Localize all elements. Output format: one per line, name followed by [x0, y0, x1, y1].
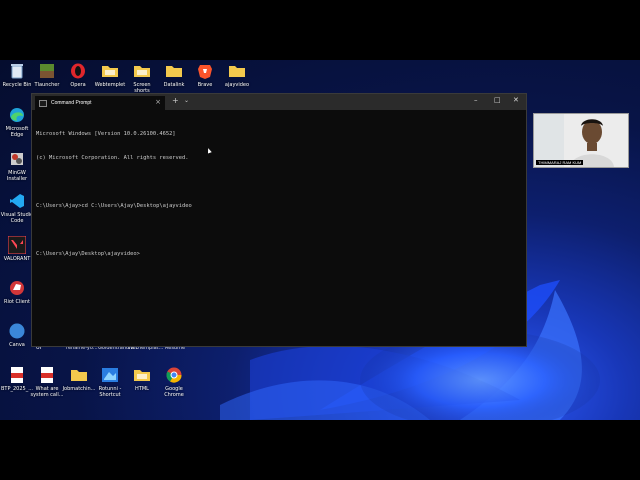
recycle-bin-icon: [8, 62, 26, 80]
pdf-icon: [8, 366, 26, 384]
console-line: C:\Users\Ajay>cd C:\Users\Ajay\Desktop\a…: [36, 203, 192, 209]
desktop-icon-ajayvideo[interactable]: ajayvideo: [220, 62, 254, 88]
minimize-icon[interactable]: –: [474, 96, 478, 104]
desktop-icon-datalink[interactable]: Datalink: [157, 62, 191, 88]
tab-title: Command Prompt: [51, 100, 92, 106]
terminal-titlebar[interactable]: Command Prompt × + ⌄ – □ ✕: [32, 94, 526, 110]
desktop-icon-btp-pdf[interactable]: BTP_2025_...: [0, 366, 34, 392]
terminal-window[interactable]: Command Prompt × + ⌄ – □ ✕ Microsoft Win…: [31, 93, 527, 347]
terminal-icon: [39, 99, 47, 107]
desktop-icon-jobmatchin[interactable]: Jobmatchin...: [62, 366, 96, 392]
desktop-icon-vscode[interactable]: Visual Studio Code: [0, 192, 34, 224]
console-line: (c) Microsoft Corporation. All rights re…: [36, 155, 189, 161]
desktop-icon-valorant[interactable]: VALORANT: [0, 236, 34, 262]
desktop-icon-canva[interactable]: Canva: [0, 322, 34, 348]
minecraft-icon: [38, 62, 56, 80]
webcam-overlay: THIMMARAJ RAM KUM: [533, 113, 629, 168]
canva-icon: [8, 322, 26, 340]
folder-icon: [133, 62, 151, 80]
mingw-icon: [8, 150, 26, 168]
folder-icon: [101, 62, 119, 80]
webcam-name-label: THIMMARAJ RAM KUM: [536, 160, 584, 165]
brave-icon: [196, 62, 214, 80]
desktop-icon-html[interactable]: HTML: [125, 366, 159, 392]
desktop-icon-webtemplet[interactable]: Webtemplet: [93, 62, 127, 88]
desktop-icon-mingw[interactable]: MinGW Installer: [0, 150, 34, 182]
desktop-icon-google-chrome[interactable]: Google Chrome: [157, 366, 191, 398]
terminal-console[interactable]: Microsoft Windows [Version 10.0.26100.46…: [32, 110, 526, 278]
desktop-icon-brave[interactable]: Brave: [188, 62, 222, 88]
desktop-icon-screen-shorts[interactable]: Screen shorts: [125, 62, 159, 94]
folder-icon: [133, 366, 151, 384]
shortcut-icon: [101, 366, 119, 384]
close-tab-icon[interactable]: ×: [155, 98, 161, 106]
folder-icon: [70, 366, 88, 384]
edge-icon: [8, 106, 26, 124]
desktop-icon-system-call-pdf[interactable]: What are system call...: [30, 366, 64, 398]
desktop-icon-edge[interactable]: Microsoft Edge: [0, 106, 34, 138]
console-line: C:\Users\Ajay\Desktop\ajayvideo>: [36, 251, 140, 257]
vscode-icon: [8, 192, 26, 210]
pdf-icon: [38, 366, 56, 384]
desktop-icon-recycle-bin[interactable]: Recycle Bin: [0, 62, 34, 88]
maximize-icon[interactable]: □: [494, 96, 501, 104]
console-line: Microsoft Windows [Version 10.0.26100.46…: [36, 131, 176, 137]
desktop-icon-rotunni-shortcut[interactable]: Rotunni - Shortcut: [93, 366, 127, 398]
folder-icon: [228, 62, 246, 80]
riot-icon: [8, 279, 26, 297]
tab-command-prompt[interactable]: Command Prompt ×: [35, 96, 165, 110]
close-window-icon[interactable]: ✕: [513, 96, 519, 104]
desktop-icon-tlauncher[interactable]: Tlauncher: [30, 62, 64, 88]
desktop-icon-riot-client[interactable]: Riot Client: [0, 279, 34, 305]
chrome-icon: [165, 366, 183, 384]
valorant-icon: [8, 236, 26, 254]
new-tab-icon[interactable]: +: [172, 96, 179, 105]
folder-icon: [165, 62, 183, 80]
desktop-icon-opera[interactable]: Opera: [61, 62, 95, 88]
opera-icon: [69, 62, 87, 80]
chevron-down-icon[interactable]: ⌄: [184, 97, 189, 104]
